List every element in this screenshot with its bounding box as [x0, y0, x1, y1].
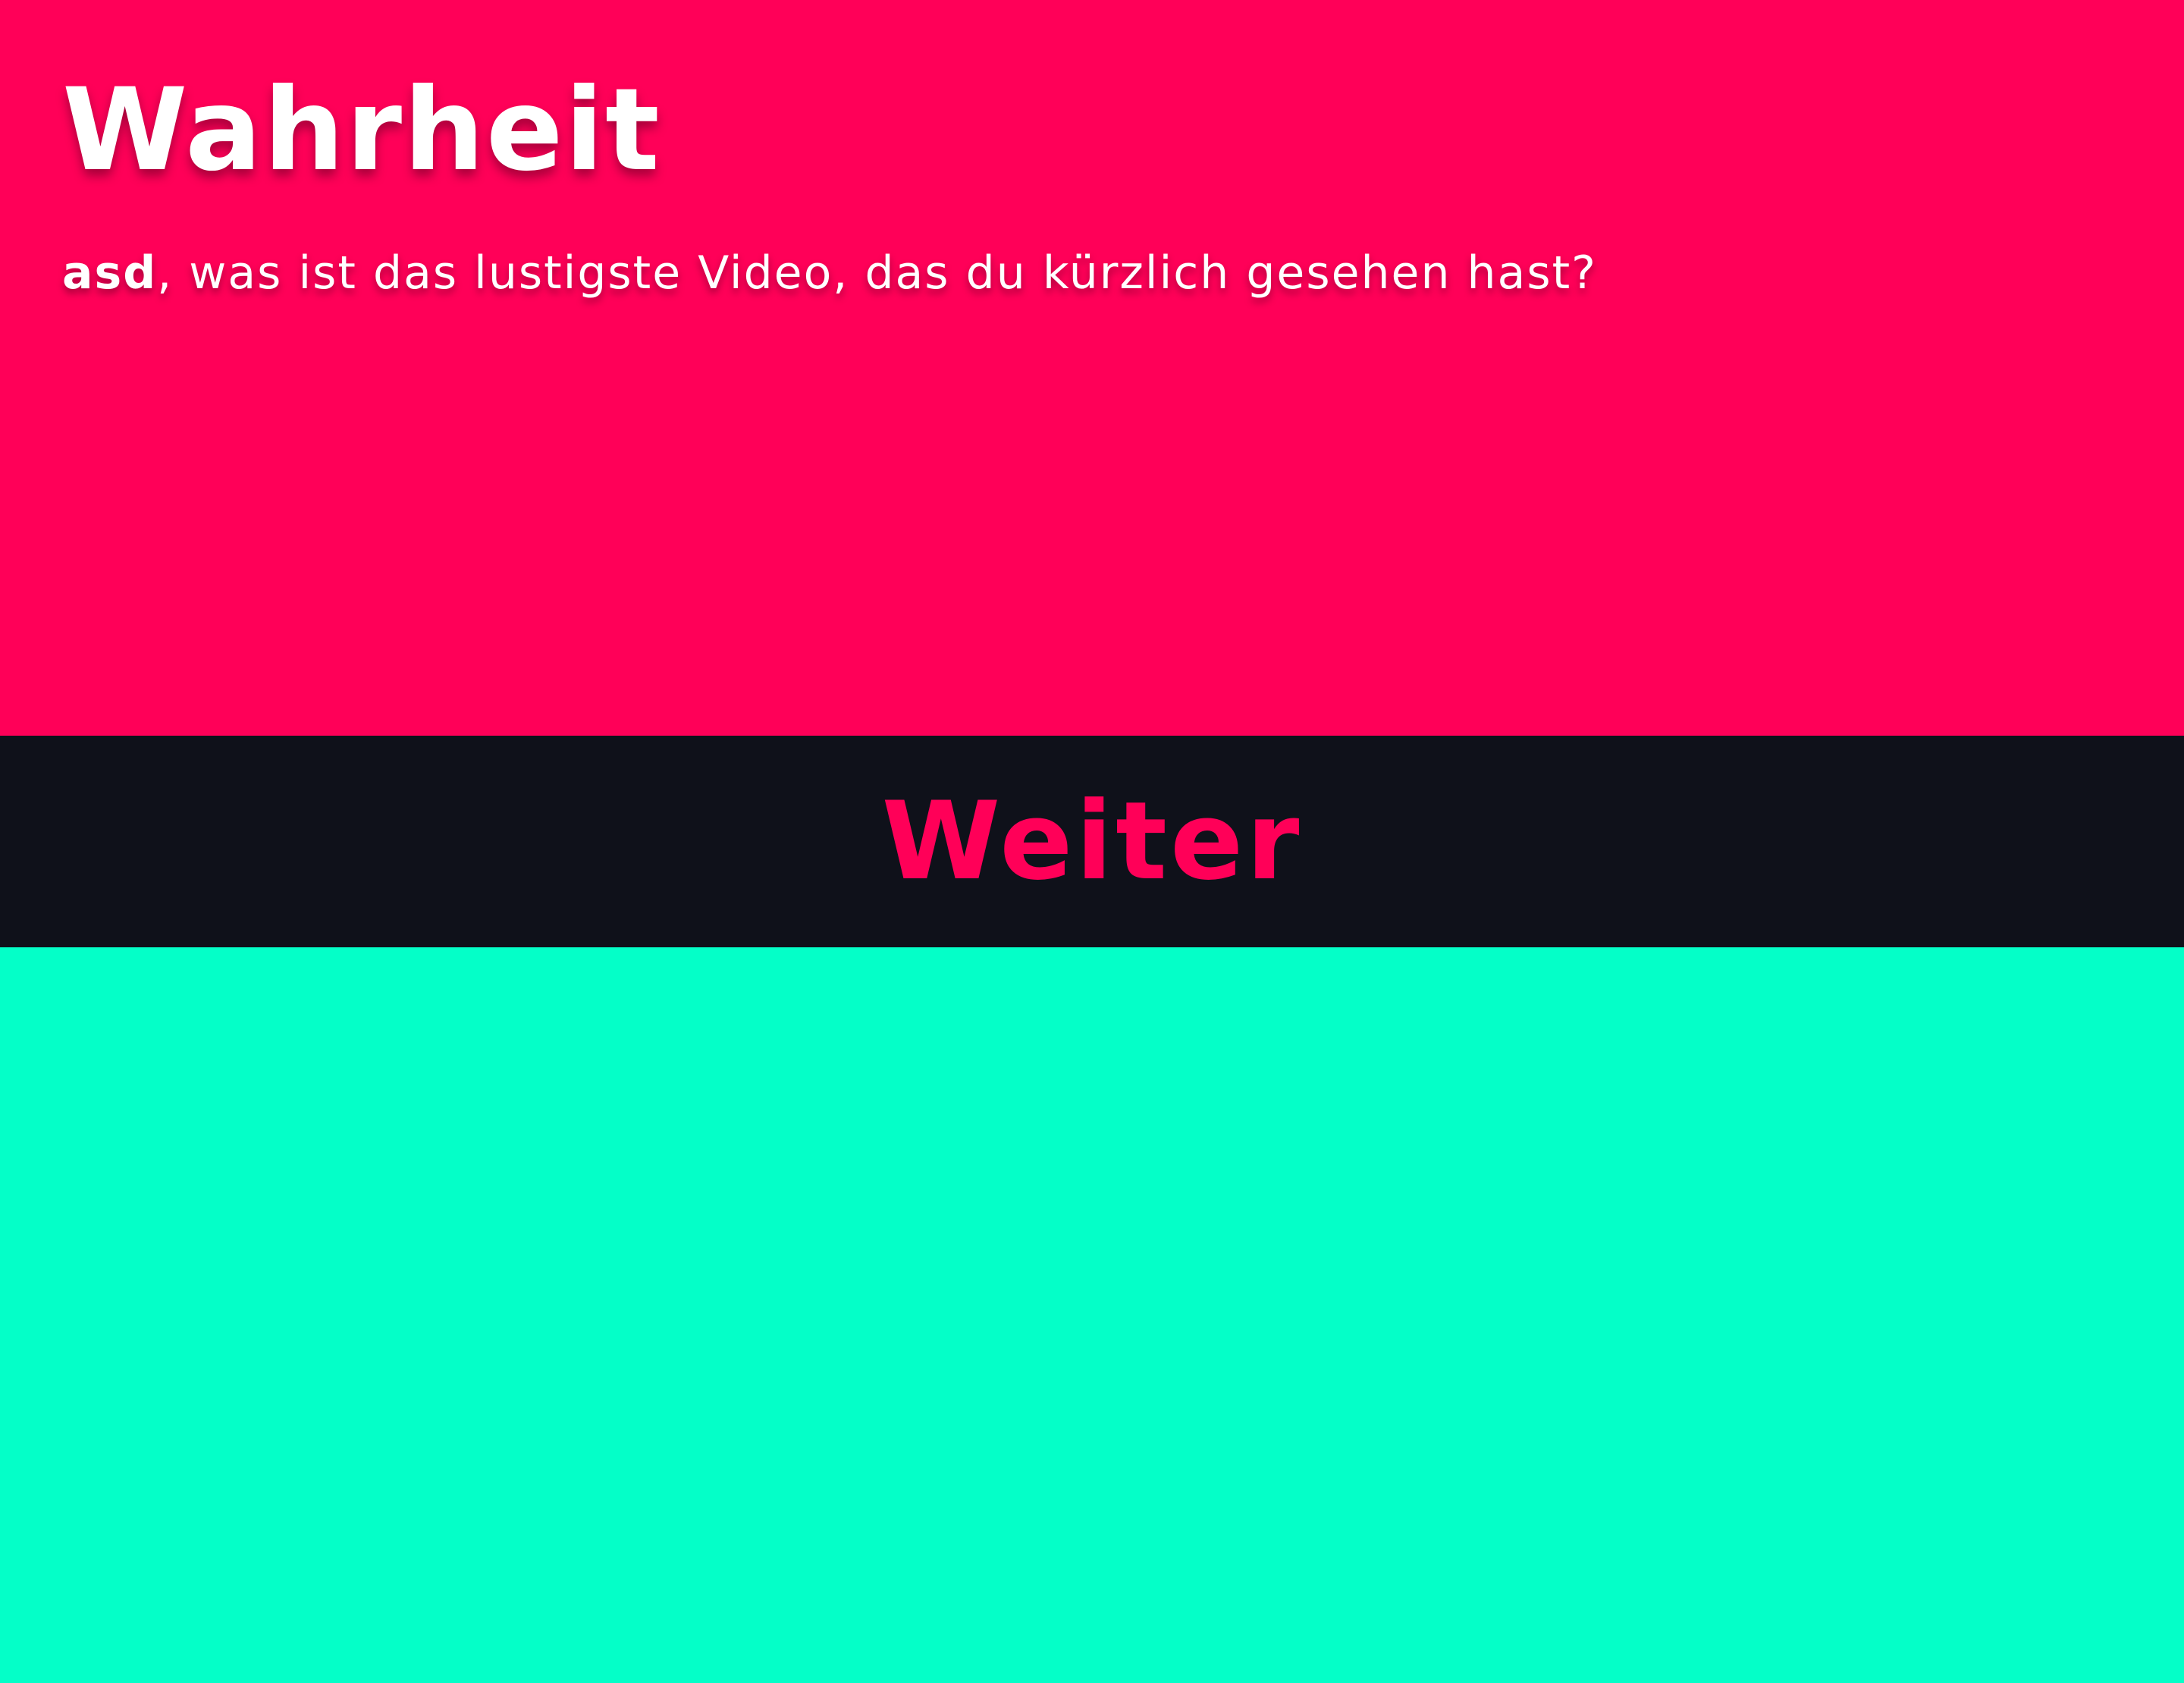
game-screen: Wahrheit asd, was ist das lustigste Vide… — [0, 0, 2184, 1683]
truth-card: Wahrheit asd, was ist das lustigste Vide… — [0, 0, 2184, 736]
player-name: asd — [62, 246, 158, 300]
question-text: , was ist das lustigste Video, das du kü… — [157, 246, 1597, 300]
next-button-label: Weiter — [881, 778, 1303, 904]
card-title: Wahrheit — [62, 64, 661, 196]
next-button[interactable]: Weiter — [0, 736, 2184, 947]
bottom-panel — [0, 947, 2184, 1683]
truth-question: asd, was ist das lustigste Video, das du… — [62, 244, 2122, 302]
